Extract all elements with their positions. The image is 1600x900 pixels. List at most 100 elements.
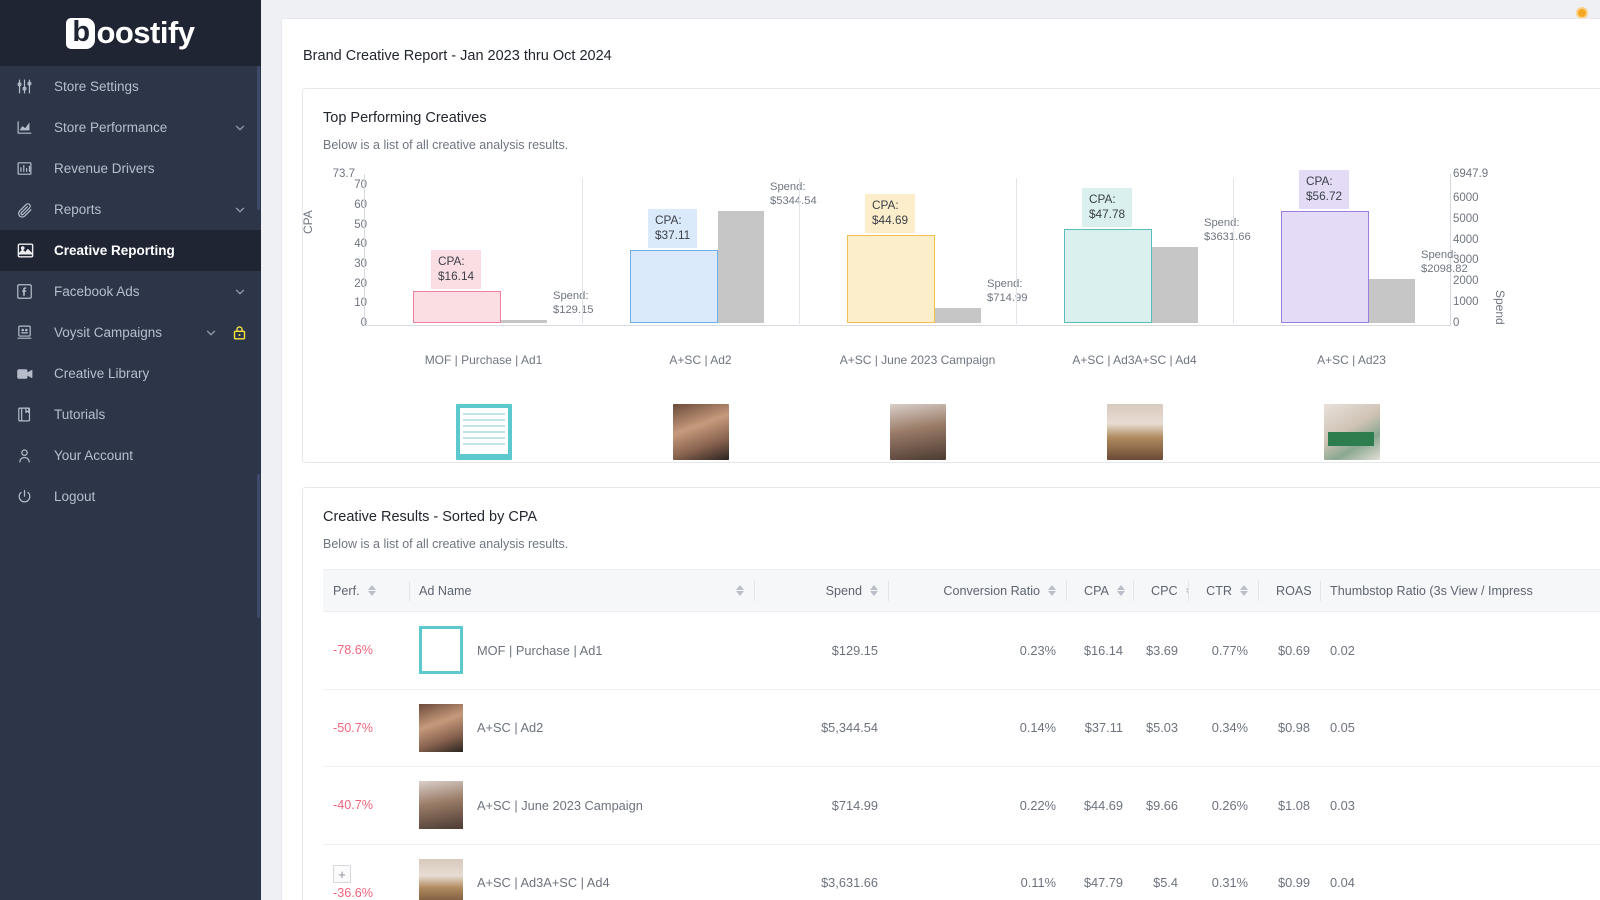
row-creative-thumbnail[interactable] [419, 858, 463, 900]
cpa-label-prefix: CPA: [438, 254, 465, 269]
sidebar-scrollbar-top[interactable] [257, 66, 260, 210]
sort-icon[interactable] [1240, 585, 1248, 596]
row-creative-thumbnail[interactable] [419, 781, 463, 830]
sidebar-item-facebook-ads[interactable]: Facebook Ads [0, 271, 261, 312]
column-header-ctr[interactable]: CTR [1188, 569, 1258, 612]
cpa-bar[interactable] [1064, 229, 1152, 323]
spend-bar[interactable] [1369, 279, 1415, 323]
area-chart-icon [16, 118, 42, 138]
sort-icon[interactable] [736, 585, 744, 596]
row-creative-thumbnail[interactable] [419, 626, 463, 675]
sort-icon[interactable] [367, 585, 376, 596]
cpa-value-label: CPA: $37.11 [648, 209, 698, 248]
spend-bar[interactable] [935, 308, 981, 323]
row-creative-thumbnail[interactable] [419, 703, 463, 752]
cell-cpc: $3.69 [1133, 611, 1188, 690]
brand-rest: oostify [96, 15, 195, 50]
sidebar-item-label: Tutorials [54, 407, 106, 422]
column-header-cpc[interactable]: CPC [1133, 569, 1194, 612]
sidebar-item-tutorials[interactable]: Tutorials [0, 394, 261, 435]
sidebar-item-your-account[interactable]: Your Account [0, 435, 261, 476]
sidebar-scrollbar-bottom[interactable] [257, 474, 260, 618]
sidebar-item-reports[interactable]: Reports [0, 189, 261, 230]
cell-thumbstop-ratio: 0.04 [1320, 844, 1600, 900]
expand-row-button[interactable]: + [333, 865, 351, 884]
column-header-roas[interactable]: ROAS [1258, 569, 1328, 612]
sidebar-item-store-performance[interactable]: Store Performance [0, 107, 261, 148]
spend-value: $714.99 [831, 797, 878, 813]
bar-chart-icon [16, 159, 42, 179]
chart-plot-area: CPA: $16.14 Spend: $129.15 MOF | Purchase | … [365, 170, 1468, 367]
chevron-down-icon[interactable] [233, 203, 247, 217]
sidebar-item-label: Creative Library [54, 366, 150, 381]
cpa-label-prefix: CPA: [655, 213, 682, 227]
top-performing-creatives-card: Top Performing Creatives Below is a list… [301, 88, 1600, 463]
thumbstop-ratio-value: 0.05 [1330, 720, 1355, 736]
column-header-spend[interactable]: Spend [754, 569, 888, 612]
table-row[interactable]: -40.7% A+SC | June 2023 Campaign $714.99 0.… [323, 766, 1600, 845]
cpa-bar[interactable] [413, 291, 501, 323]
cell-cpa: $37.11 [1066, 689, 1133, 767]
spend-value: $129.15 [831, 642, 878, 658]
spend-bar[interactable] [501, 320, 547, 323]
creative-thumbnail[interactable] [889, 404, 946, 460]
cell-roas: $1.08 [1258, 766, 1320, 845]
chevron-down-icon[interactable] [233, 285, 247, 299]
cell-ctr: 0.34% [1188, 689, 1258, 767]
sidebar-item-logout[interactable]: Logout [0, 476, 261, 517]
chevron-down-icon[interactable] [204, 326, 218, 340]
sidebar-item-creative-library[interactable]: Creative Library [0, 353, 261, 394]
facebook-icon [16, 282, 42, 302]
sidebar-item-label: Revenue Drivers [54, 161, 155, 176]
column-header-thumbstop-ratio-3s-view-impress[interactable]: Thumbstop Ratio (3s View / Impress [1320, 569, 1600, 612]
cpa-bar[interactable] [847, 235, 935, 323]
ctr-value: 0.34% [1211, 720, 1248, 736]
chevron-down-icon[interactable] [233, 121, 247, 135]
chart-group: CPA: $16.14 Spend: $129.15 MOF | Purchase | … [365, 178, 593, 367]
cpa-bar[interactable] [630, 250, 718, 323]
table-row[interactable]: + -36.6% A+SC | Ad3A+SC | Ad4 $3,631.66 0.11… [323, 844, 1600, 900]
creative-thumbnail[interactable] [455, 404, 512, 460]
sidebar-item-label: Your Account [54, 448, 134, 463]
chart-category-label: A+SC | June 2023 Campaign [839, 353, 996, 367]
ad-name-value: A+SC | Ad3A+SC | Ad4 [477, 875, 610, 891]
sort-icon[interactable] [1048, 585, 1056, 596]
chart-group-separator [799, 178, 800, 324]
creative-thumbnail[interactable] [1106, 404, 1163, 460]
spend-value: $3,631.66 [821, 875, 878, 891]
table-row[interactable]: -50.7% A+SC | Ad2 $5,344.54 0.14% $37.11 $5.0… [323, 689, 1600, 767]
cell-cpa: $16.14 [1066, 611, 1133, 690]
sidebar-item-revenue-drivers[interactable]: Revenue Drivers [0, 148, 261, 189]
creative-thumbnail[interactable] [672, 404, 729, 460]
sort-icon[interactable] [870, 585, 878, 596]
performance-value: -78.6% [333, 643, 373, 658]
column-header-label: Perf. [333, 583, 360, 598]
spend-bar[interactable] [1152, 247, 1198, 323]
brand-logo[interactable]: b oostify [0, 0, 261, 66]
sort-icon[interactable] [1116, 585, 1125, 596]
cell-ctr: 0.77% [1188, 611, 1258, 690]
column-header-perf[interactable]: Perf. [323, 569, 409, 612]
spend-value: $5,344.54 [821, 720, 878, 736]
creative-thumbnail[interactable] [1323, 404, 1380, 460]
sidebar-item-creative-reporting[interactable]: Creative Reporting [0, 230, 261, 271]
cpa-bar[interactable] [1281, 211, 1369, 323]
y-axis-tick-right: 5000 [1453, 212, 1479, 225]
ctr-value: 0.26% [1211, 797, 1248, 813]
conversion-ratio-value: 0.14% [1019, 720, 1056, 736]
column-header-ad-name[interactable]: Ad Name [409, 569, 754, 612]
cell-spend: $3,631.66 [754, 844, 888, 900]
column-header-conversion-ratio[interactable]: Conversion Ratio [888, 569, 1066, 612]
table-body: -78.6% MOF | Purchase | Ad1 $129.15 0.23% $1… [323, 611, 1600, 900]
results-table-scroll[interactable]: Perf. Ad Name Spend Conversion Ratio CPA CPC C… [323, 569, 1600, 900]
cpc-value: $5.4 [1153, 875, 1178, 891]
cell-cpa: $47.79 [1066, 844, 1133, 900]
chart-y-axis-left-title: CPA [301, 210, 315, 234]
sidebar-item-store-settings[interactable]: Store Settings [0, 66, 261, 107]
sidebar-item-voysit-campaigns[interactable]: Voysit Campaigns [0, 312, 261, 353]
column-header-cpa[interactable]: CPA [1066, 569, 1133, 612]
table-row[interactable]: -78.6% MOF | Purchase | Ad1 $129.15 0.23% $1… [323, 611, 1600, 690]
chart-card-title: Top Performing Creatives [323, 110, 487, 126]
performance-value: -50.7% [333, 720, 373, 735]
spend-bar[interactable] [718, 211, 764, 323]
